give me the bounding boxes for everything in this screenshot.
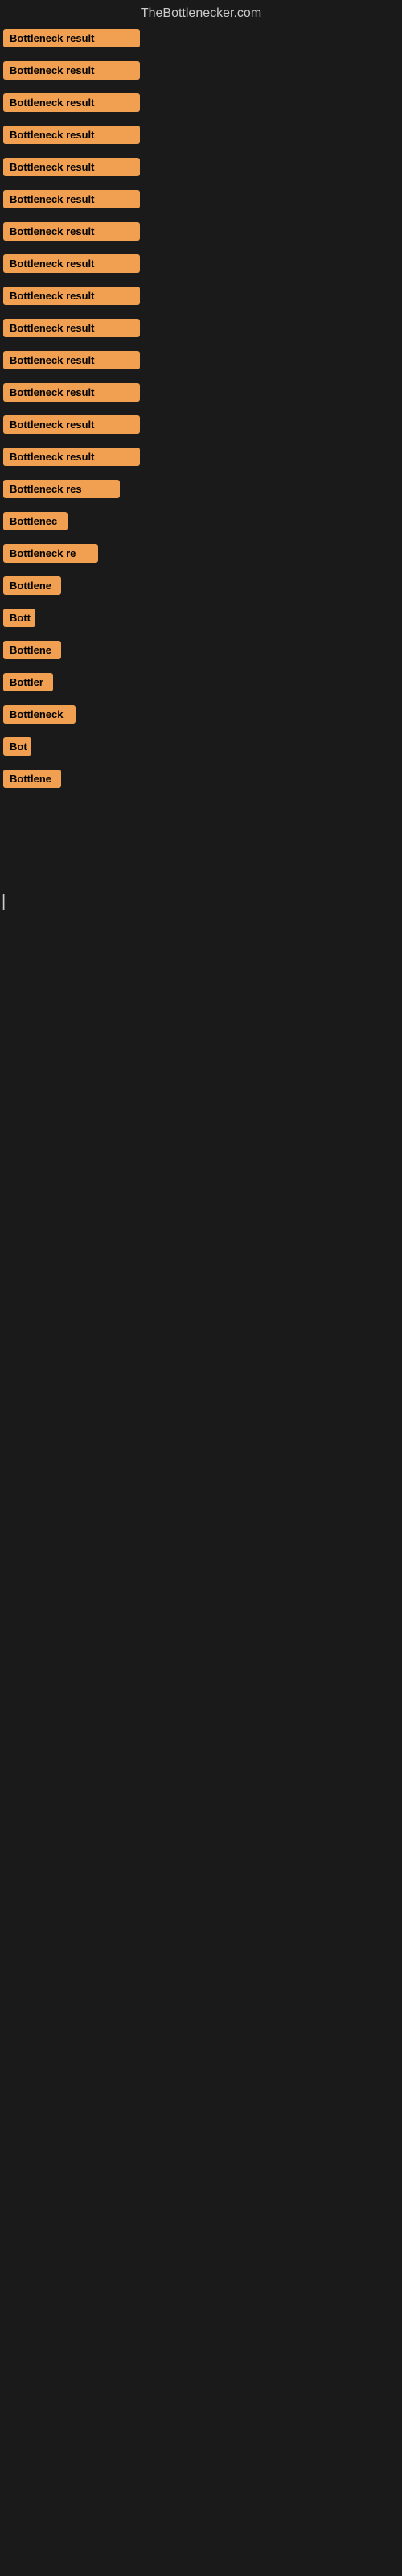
result-row: Bottleneck result [0, 250, 402, 282]
result-row: Bottleneck result [0, 185, 402, 217]
result-row: Bottleneck result [0, 346, 402, 378]
bottleneck-badge[interactable]: Bottleneck result [3, 29, 140, 47]
bottleneck-badge[interactable]: Bottlene [3, 770, 61, 788]
bottleneck-badge[interactable]: Bottleneck result [3, 319, 140, 337]
result-row: Bottleneck result [0, 24, 402, 56]
bottleneck-badge[interactable]: Bottleneck result [3, 351, 140, 369]
result-row: Bottleneck re [0, 539, 402, 572]
bottleneck-badge[interactable]: Bottleneck result [3, 254, 140, 273]
result-row: Bottleneck result [0, 282, 402, 314]
bottleneck-badge[interactable]: Bottleneck result [3, 190, 140, 208]
bottleneck-badge[interactable]: Bottleneck re [3, 544, 98, 563]
result-row: Bottleneck result [0, 56, 402, 89]
result-row: Bottleneck result [0, 153, 402, 185]
bottleneck-badge[interactable]: Bottlene [3, 641, 61, 659]
result-row: Bottlene [0, 765, 402, 797]
result-row: Bottlene [0, 572, 402, 604]
bottleneck-badge[interactable]: Bottleneck result [3, 93, 140, 112]
result-row: Bottlene [0, 636, 402, 668]
bottleneck-badge[interactable]: Bott [3, 609, 35, 627]
bottleneck-badge[interactable]: Bottlene [3, 576, 61, 595]
bottleneck-badge[interactable]: Bottlenec [3, 512, 68, 530]
bottleneck-badge[interactable]: Bottleneck result [3, 415, 140, 434]
bottleneck-badge[interactable]: Bottleneck result [3, 383, 140, 402]
result-row: Bottleneck result [0, 443, 402, 475]
bottleneck-badge[interactable]: Bottleneck result [3, 158, 140, 176]
bottleneck-badge[interactable]: Bottleneck result [3, 126, 140, 144]
result-row: Bottleneck result [0, 121, 402, 153]
bottleneck-badge[interactable]: Bottleneck [3, 705, 76, 724]
result-row: Bottleneck [0, 700, 402, 733]
bottleneck-badge[interactable]: Bottleneck result [3, 222, 140, 241]
bottleneck-badge[interactable]: Bottleneck result [3, 448, 140, 466]
result-row: Bottleneck result [0, 89, 402, 121]
result-row: Bot [0, 733, 402, 765]
result-row: Bottleneck result [0, 217, 402, 250]
bottleneck-badge[interactable]: Bottleneck result [3, 61, 140, 80]
result-row: Bottleneck result [0, 411, 402, 443]
bottleneck-badge[interactable]: Bottler [3, 673, 53, 691]
result-row: Bottleneck result [0, 314, 402, 346]
bottleneck-badge[interactable]: Bot [3, 737, 31, 756]
bottleneck-badge[interactable]: Bottleneck res [3, 480, 120, 498]
bottleneck-badge[interactable]: Bottleneck result [3, 287, 140, 305]
result-row: Bottler [0, 668, 402, 700]
result-row: Bottlenec [0, 507, 402, 539]
result-row: Bottleneck result [0, 378, 402, 411]
cursor-indicator: | [2, 894, 6, 910]
result-row: Bottleneck res [0, 475, 402, 507]
site-title: TheBottlenecker.com [0, 0, 402, 24]
result-row: Bott [0, 604, 402, 636]
